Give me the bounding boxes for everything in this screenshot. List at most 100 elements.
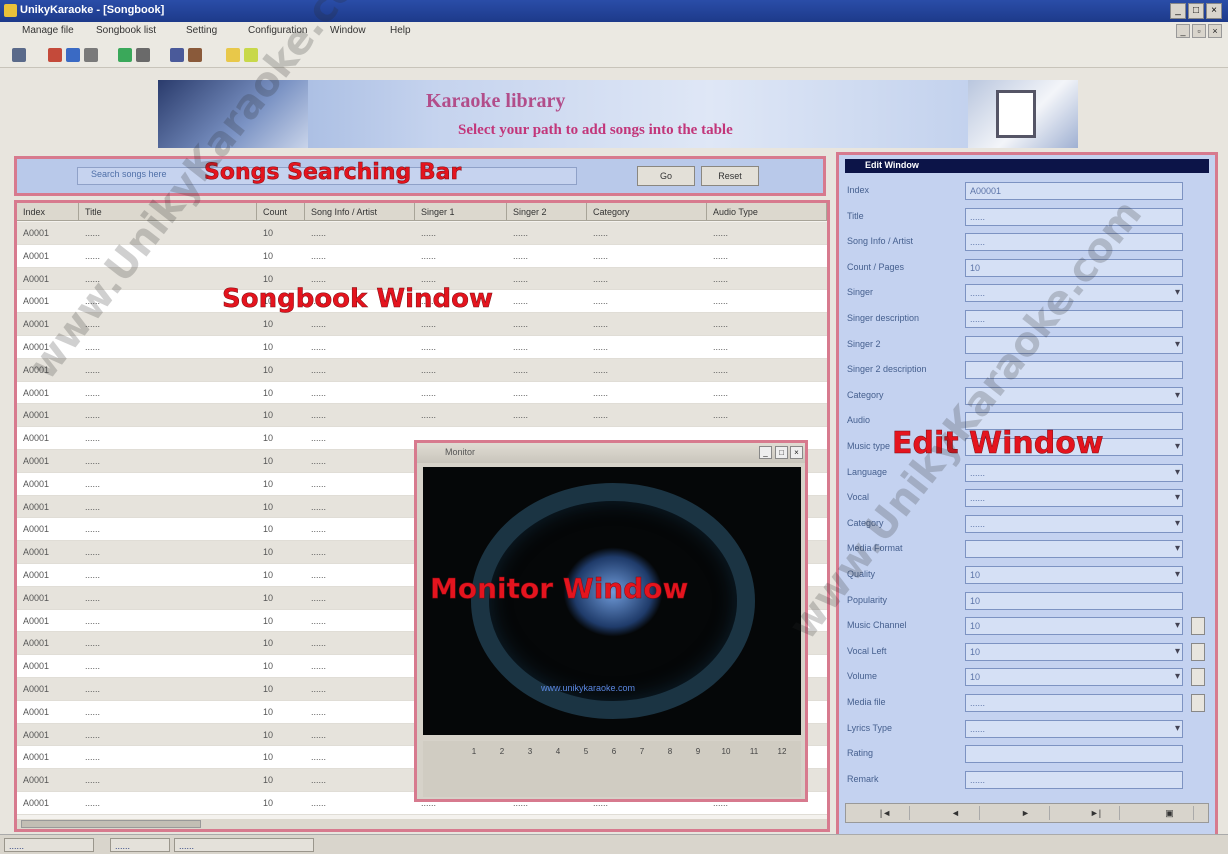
field-input[interactable]: ...... [965, 770, 1183, 789]
spin-button[interactable] [1191, 694, 1205, 712]
table-cell: A0001 [23, 569, 50, 580]
spin-button[interactable] [1191, 642, 1205, 661]
menu-item-setting[interactable]: Setting [186, 25, 217, 36]
table-row[interactable]: A0001...... 10...........................… [17, 404, 827, 428]
field-label: Category [847, 517, 884, 528]
delete-icon[interactable] [84, 48, 98, 62]
field-dropdown[interactable] [965, 540, 1183, 559]
print-icon[interactable] [170, 48, 184, 62]
search-reset-button[interactable]: Reset [701, 166, 759, 186]
table-row[interactable]: A0001...... 10...........................… [17, 244, 827, 268]
channel-control[interactable]: 4 [553, 747, 563, 791]
table-row[interactable]: A0001...... 10...........................… [17, 381, 827, 405]
help-icon[interactable] [226, 48, 240, 62]
prev-record-button[interactable]: ◄ [932, 806, 980, 820]
table-cell: ...... [713, 387, 729, 398]
menu-item-songbook-list[interactable]: Songbook list [96, 25, 156, 36]
table-row[interactable]: A0001...... 10...........................… [17, 313, 827, 336]
table-cell: ...... [513, 273, 529, 284]
column-header[interactable]: Audio Type [707, 203, 827, 221]
menu-item-window[interactable]: Window [330, 25, 366, 36]
table-row[interactable]: A0001...... 10...........................… [17, 358, 827, 382]
maximize-button[interactable]: □ [1188, 3, 1204, 19]
play-icon[interactable] [118, 48, 132, 62]
spin-button[interactable] [1191, 617, 1205, 636]
field-input[interactable] [965, 361, 1183, 380]
column-header[interactable]: Song Info / Artist [305, 203, 415, 221]
monitor-minimize-button[interactable]: _ [759, 446, 772, 459]
field-dropdown[interactable]: 10 [965, 668, 1183, 687]
spin-button[interactable] [1191, 668, 1205, 687]
table-row[interactable]: A0001...... 10...........................… [17, 335, 827, 359]
channel-control[interactable]: 6 [609, 747, 619, 791]
annotation-songbook: Songbook Window [222, 284, 493, 315]
info-icon[interactable] [244, 48, 258, 62]
field-input[interactable]: ...... [965, 207, 1183, 226]
search-go-button[interactable]: Go [637, 166, 695, 186]
horizontal-scrollbar[interactable] [17, 819, 827, 829]
channel-control[interactable]: 1 [469, 747, 479, 791]
field-label: Singer [847, 287, 874, 298]
column-header[interactable]: Title [79, 203, 257, 221]
mdi-close-button[interactable]: × [1208, 24, 1222, 38]
field-dropdown[interactable] [965, 386, 1183, 405]
last-record-button[interactable]: ►| [1072, 806, 1120, 820]
field-dropdown[interactable]: ...... [965, 514, 1183, 533]
table-row[interactable]: A0001...... 10...........................… [17, 222, 827, 245]
field-dropdown[interactable]: ...... [965, 284, 1183, 303]
close-button[interactable]: × [1206, 3, 1222, 19]
open-icon[interactable] [12, 48, 26, 62]
column-header[interactable]: Singer 2 [507, 203, 587, 221]
field-dropdown[interactable]: ...... [965, 463, 1183, 482]
column-header[interactable]: Index [17, 203, 79, 221]
field-input[interactable]: ...... [965, 233, 1183, 252]
field-label: Singer description [847, 313, 920, 323]
channel-control[interactable]: 7 [637, 747, 647, 791]
menu-item-configuration[interactable]: Configuration [248, 25, 307, 36]
edit-icon[interactable] [66, 48, 80, 62]
field-dropdown[interactable]: 10 [965, 617, 1183, 636]
field-label: Song Info / Artist [847, 236, 914, 247]
minimize-button[interactable]: _ [1170, 3, 1186, 19]
column-header[interactable]: Category [587, 203, 707, 221]
settings-icon[interactable] [188, 48, 202, 62]
table-cell: ...... [593, 410, 609, 421]
channel-control[interactable]: 10 [721, 747, 731, 791]
table-cell: A0001 [23, 364, 50, 375]
channel-control[interactable]: 3 [525, 747, 535, 791]
field-label: Index [847, 185, 870, 195]
column-header[interactable]: Singer 1 [415, 203, 507, 221]
channel-control[interactable]: 11 [749, 747, 759, 791]
menu-item-manage-file[interactable]: Manage file [22, 25, 74, 36]
next-record-button[interactable]: ► [1002, 806, 1050, 820]
channel-control[interactable]: 12 [777, 747, 787, 791]
field-dropdown[interactable] [965, 335, 1183, 354]
mdi-minimize-button[interactable]: _ [1176, 24, 1190, 38]
field-input[interactable]: 10 [965, 591, 1183, 610]
stop-icon[interactable] [136, 48, 150, 62]
channel-control[interactable]: 9 [693, 747, 703, 791]
add-icon[interactable] [48, 48, 62, 62]
monitor-maximize-button[interactable]: □ [775, 446, 788, 459]
field-dropdown[interactable]: ...... [965, 489, 1183, 508]
field-input[interactable]: ...... [965, 694, 1183, 712]
field-dropdown[interactable]: 10 [965, 642, 1183, 661]
channel-control[interactable]: 8 [665, 747, 675, 791]
monitor-close-button[interactable]: × [790, 446, 803, 459]
column-header[interactable]: Count [257, 203, 305, 221]
scrollbar-thumb[interactable] [21, 820, 201, 828]
app-icon [4, 4, 17, 17]
field-dropdown[interactable]: ...... [965, 719, 1183, 738]
field-input[interactable] [965, 745, 1183, 764]
first-record-button[interactable]: |◄ [862, 806, 910, 820]
channel-control[interactable]: 2 [497, 747, 507, 791]
field-input[interactable]: ...... [965, 310, 1183, 328]
mdi-restore-button[interactable]: ▫ [1192, 24, 1206, 38]
field-dropdown[interactable]: 10 [965, 566, 1183, 584]
field-input[interactable]: 10 [965, 258, 1183, 277]
field-input[interactable]: A00001 [965, 182, 1183, 200]
save-record-button[interactable]: ▣ [1146, 806, 1194, 820]
menu-item-help[interactable]: Help [390, 25, 411, 36]
channel-control[interactable]: 5 [581, 747, 591, 791]
table-cell: ...... [311, 683, 327, 694]
